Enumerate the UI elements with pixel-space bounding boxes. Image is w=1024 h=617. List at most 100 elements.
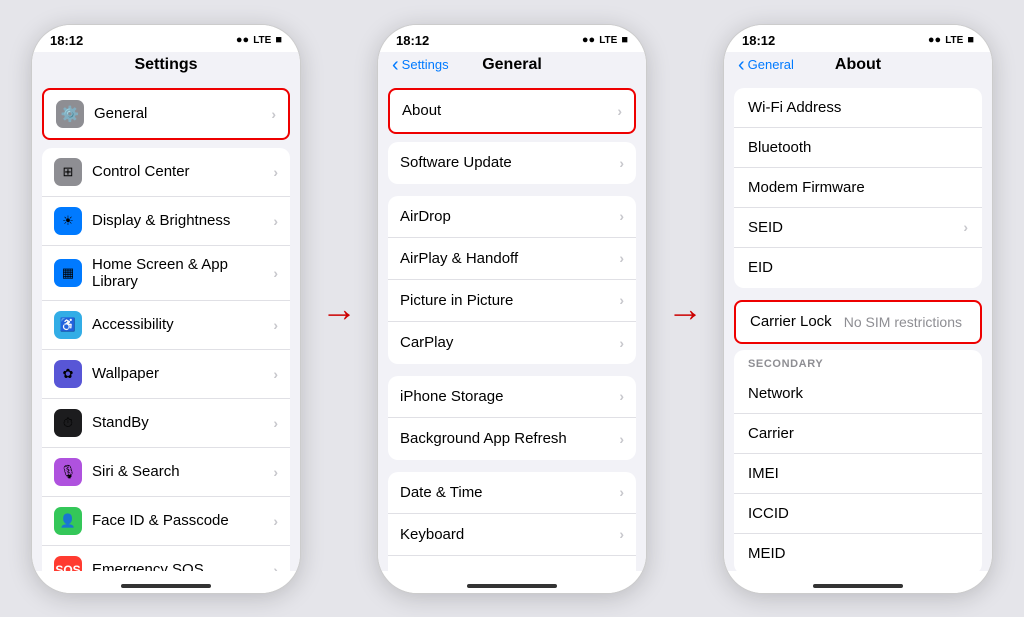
accessibility-row[interactable]: ♿ Accessibility › — [42, 301, 290, 350]
network-row-1[interactable]: Network — [734, 374, 982, 414]
bg-refresh-row[interactable]: Background App Refresh › — [388, 418, 636, 460]
datetime-label: Date & Time — [400, 484, 619, 501]
status-icons-1: ●● LTE ■ — [236, 34, 282, 46]
about-row-item[interactable]: About › — [390, 90, 634, 132]
screen-title-1: Settings — [134, 56, 197, 74]
pip-row[interactable]: Picture in Picture › — [388, 280, 636, 322]
nav-bar-1: Settings — [32, 52, 300, 80]
top-info-group: Wi-Fi Address Bluetooth Modem Firmware S… — [734, 88, 982, 288]
status-icons-2: ●● LTE ■ — [582, 34, 628, 46]
battery-icon-2: ■ — [621, 34, 628, 46]
home-indicator-1 — [32, 571, 300, 593]
standby-row[interactable]: ⏱ StandBy › — [42, 399, 290, 448]
wallpaper-label: Wallpaper — [92, 365, 273, 382]
display-brightness-row[interactable]: ☀ Display & Brightness › — [42, 197, 290, 246]
screen-content-1[interactable]: ⚙️ General › ⊞ Control Center › ☀ Displa… — [32, 80, 300, 571]
carrier-lock-highlighted[interactable]: Carrier Lock No SIM restrictions — [734, 300, 982, 344]
accessibility-label: Accessibility — [92, 316, 273, 333]
home-icon: ▦ — [54, 259, 82, 287]
software-update-label: Software Update — [400, 154, 619, 171]
general-row[interactable]: ⚙️ General › — [44, 90, 288, 138]
general-chevron: › — [271, 106, 276, 122]
arrow-1-container: → — [319, 288, 359, 330]
home-bar-2 — [467, 584, 557, 588]
airplay-row[interactable]: AirPlay & Handoff › — [388, 238, 636, 280]
carrier-label-1: Carrier — [748, 425, 968, 442]
imei-row[interactable]: IMEI — [734, 454, 982, 494]
screen-content-3[interactable]: Wi-Fi Address Bluetooth Modem Firmware S… — [724, 80, 992, 571]
keyboard-row[interactable]: Keyboard › — [388, 514, 636, 556]
status-icons-3: ●● LTE ■ — [928, 34, 974, 46]
iphone-storage-label: iPhone Storage — [400, 388, 619, 405]
lte-icon-3: LTE — [945, 35, 963, 46]
emergency-row[interactable]: SOS Emergency SOS › — [42, 546, 290, 571]
emergency-label: Emergency SOS — [92, 561, 273, 571]
home-label: Home Screen & App Library — [92, 256, 273, 290]
airdrop-label: AirDrop — [400, 208, 619, 225]
eid-label: EID — [748, 259, 968, 276]
eid-row[interactable]: EID — [734, 248, 982, 288]
seid-row[interactable]: SEID › — [734, 208, 982, 248]
software-update-group: Software Update › — [388, 142, 636, 184]
standby-label: StandBy — [92, 414, 273, 431]
modem-row[interactable]: Modem Firmware — [734, 168, 982, 208]
wifi-address-label: Wi-Fi Address — [748, 99, 968, 116]
software-update-row[interactable]: Software Update › — [388, 142, 636, 184]
siri-row[interactable]: 🎙 Siri & Search › — [42, 448, 290, 497]
faceid-icon: 👤 — [54, 507, 82, 535]
meid-row[interactable]: MEID — [734, 534, 982, 571]
screens-container: 18:12 ●● LTE ■ Settings ⚙️ General › — [11, 14, 1013, 604]
screen-title-3: About — [835, 56, 881, 74]
general-icon: ⚙️ — [56, 100, 84, 128]
meid-label: MEID — [748, 545, 968, 562]
wallpaper-row[interactable]: ✿ Wallpaper › — [42, 350, 290, 399]
carrier-lock-row[interactable]: Carrier Lock No SIM restrictions — [736, 302, 980, 342]
screen-content-2[interactable]: About › Software Update › AirDrop › — [378, 80, 646, 571]
bg-refresh-label: Background App Refresh — [400, 430, 619, 447]
battery-icon-1: ■ — [275, 34, 282, 46]
home-screen-row[interactable]: ▦ Home Screen & App Library › — [42, 246, 290, 301]
battery-icon-3: ■ — [967, 34, 974, 46]
bluetooth-label: Bluetooth — [748, 139, 968, 156]
datetime-row[interactable]: Date & Time › — [388, 472, 636, 514]
iccid-row[interactable]: ICCID — [734, 494, 982, 534]
about-highlighted[interactable]: About › — [388, 88, 636, 134]
nav-bar-2: Settings General — [378, 52, 646, 80]
carplay-label: CarPlay — [400, 334, 619, 351]
airdrop-row[interactable]: AirDrop › — [388, 196, 636, 238]
carplay-row[interactable]: CarPlay › — [388, 322, 636, 364]
lte-icon-2: LTE — [599, 35, 617, 46]
signal-icon-1: ●● — [236, 34, 249, 46]
faceid-row[interactable]: 👤 Face ID & Passcode › — [42, 497, 290, 546]
back-button-3[interactable]: General — [738, 55, 794, 75]
wifi-address-row[interactable]: Wi-Fi Address — [734, 88, 982, 128]
arrow-2: → — [667, 288, 703, 330]
airplay-label: AirPlay & Handoff — [400, 250, 619, 267]
modem-label: Modem Firmware — [748, 179, 968, 196]
iphone-storage-row[interactable]: iPhone Storage › — [388, 376, 636, 418]
datetime-group: Date & Time › Keyboard › Fonts › Languag… — [388, 472, 636, 571]
imei-label: IMEI — [748, 465, 968, 482]
storage-group: iPhone Storage › Background App Refresh … — [388, 376, 636, 460]
iccid-label: ICCID — [748, 505, 968, 522]
display-icon: ☀ — [54, 207, 82, 235]
status-bar-1: 18:12 ●● LTE ■ — [32, 25, 300, 52]
home-indicator-3 — [724, 571, 992, 593]
bluetooth-row[interactable]: Bluetooth — [734, 128, 982, 168]
time-2: 18:12 — [396, 33, 429, 48]
carrier-row-1[interactable]: Carrier — [734, 414, 982, 454]
pip-label: Picture in Picture — [400, 292, 619, 309]
wallpaper-icon: ✿ — [54, 360, 82, 388]
display-label: Display & Brightness — [92, 212, 273, 229]
control-center-row[interactable]: ⊞ Control Center › — [42, 148, 290, 197]
settings-group-2: ⊞ Control Center › ☀ Display & Brightnes… — [42, 148, 290, 571]
control-center-icon: ⊞ — [54, 158, 82, 186]
control-center-label: Control Center — [92, 163, 273, 180]
phone-general: 18:12 ●● LTE ■ Settings General About › — [377, 24, 647, 594]
general-highlighted[interactable]: ⚙️ General › — [42, 88, 290, 140]
arrow-1: → — [321, 288, 357, 330]
siri-label: Siri & Search — [92, 463, 273, 480]
back-button-2[interactable]: Settings — [392, 55, 449, 75]
signal-icon-2: ●● — [582, 34, 595, 46]
fonts-row[interactable]: Fonts › — [388, 556, 636, 571]
